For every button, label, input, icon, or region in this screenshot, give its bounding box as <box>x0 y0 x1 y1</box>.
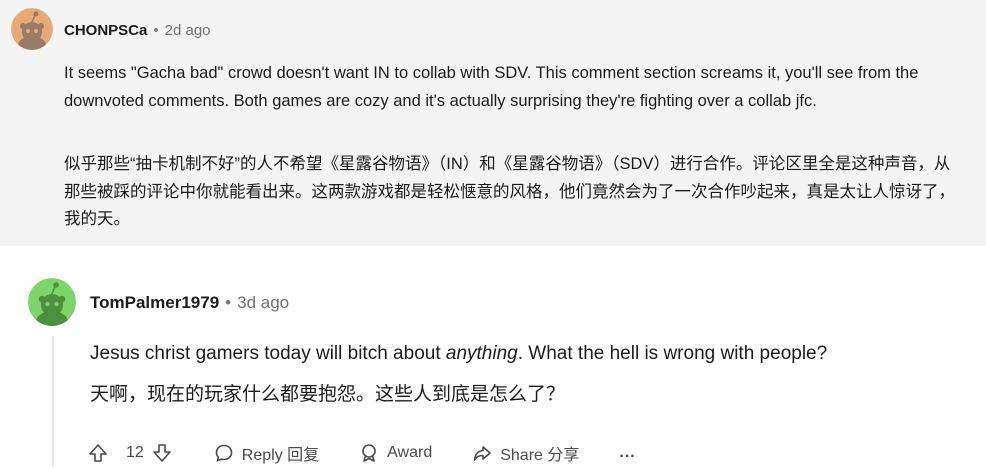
award-icon <box>362 444 376 462</box>
comment-action-bar: 12 Reply 回复 Award Share 分享 ... <box>88 438 676 468</box>
comment-text-en-part: Jesus christ gamers today will bitch abo… <box>90 343 446 364</box>
upvote-arrow-icon[interactable] <box>88 443 108 463</box>
user-avatar[interactable] <box>11 8 53 50</box>
comment-meta: TomPalmer1979 • 3d ago <box>90 292 289 314</box>
reply-label: Reply 回复 <box>241 447 320 464</box>
comment-text-en: Jesus christ gamers today will bitch abo… <box>90 340 970 368</box>
comment-text-en: It seems "Gacha bad" crowd doesn't want … <box>64 64 919 110</box>
meta-separator: • <box>153 21 159 39</box>
comment-card: CHONPSCa • 2d ago It seems "Gacha bad" c… <box>0 0 986 246</box>
thread-line[interactable] <box>52 336 54 466</box>
share-arrow-icon <box>473 446 492 461</box>
downvote-arrow-icon[interactable] <box>152 443 172 463</box>
meta-separator: • <box>225 293 232 312</box>
comment-text-en-part: . What the hell is wrong with people? <box>517 343 828 364</box>
reply-button[interactable]: Reply 回复 <box>214 441 319 465</box>
more-options-icon: ... <box>619 444 636 461</box>
username[interactable]: CHONPSCa <box>64 22 147 39</box>
snoo-avatar-icon <box>28 278 76 326</box>
comment-text-zh: 天啊，现在的玩家什么都要抱怨。这些人到底是怎么了？ <box>90 384 566 405</box>
comment-text-zh: 似乎那些“抽卡机制不好”的人不希望《星露谷物语》（IN）和《星露谷物语》（SDV… <box>64 155 955 228</box>
award-button[interactable]: Award <box>359 443 432 463</box>
user-avatar[interactable] <box>28 278 76 326</box>
share-label: Share 分享 <box>500 447 580 464</box>
award-label: Award <box>387 444 433 461</box>
snoo-avatar-icon <box>11 8 53 50</box>
comment-age[interactable]: 3d ago <box>237 293 289 313</box>
comment-text-en-emphasis: anything <box>445 343 518 364</box>
share-button[interactable]: Share 分享 <box>472 441 579 465</box>
username[interactable]: TomPalmer1979 <box>90 293 219 313</box>
comment-age[interactable]: 2d ago <box>165 22 211 39</box>
reply-bubble-icon <box>215 444 233 462</box>
more-options-button[interactable]: ... <box>619 444 635 462</box>
vote-controls: 12 <box>88 443 180 463</box>
vote-count: 12 <box>126 444 144 461</box>
comment-meta: CHONPSCa • 2d ago <box>64 20 211 40</box>
